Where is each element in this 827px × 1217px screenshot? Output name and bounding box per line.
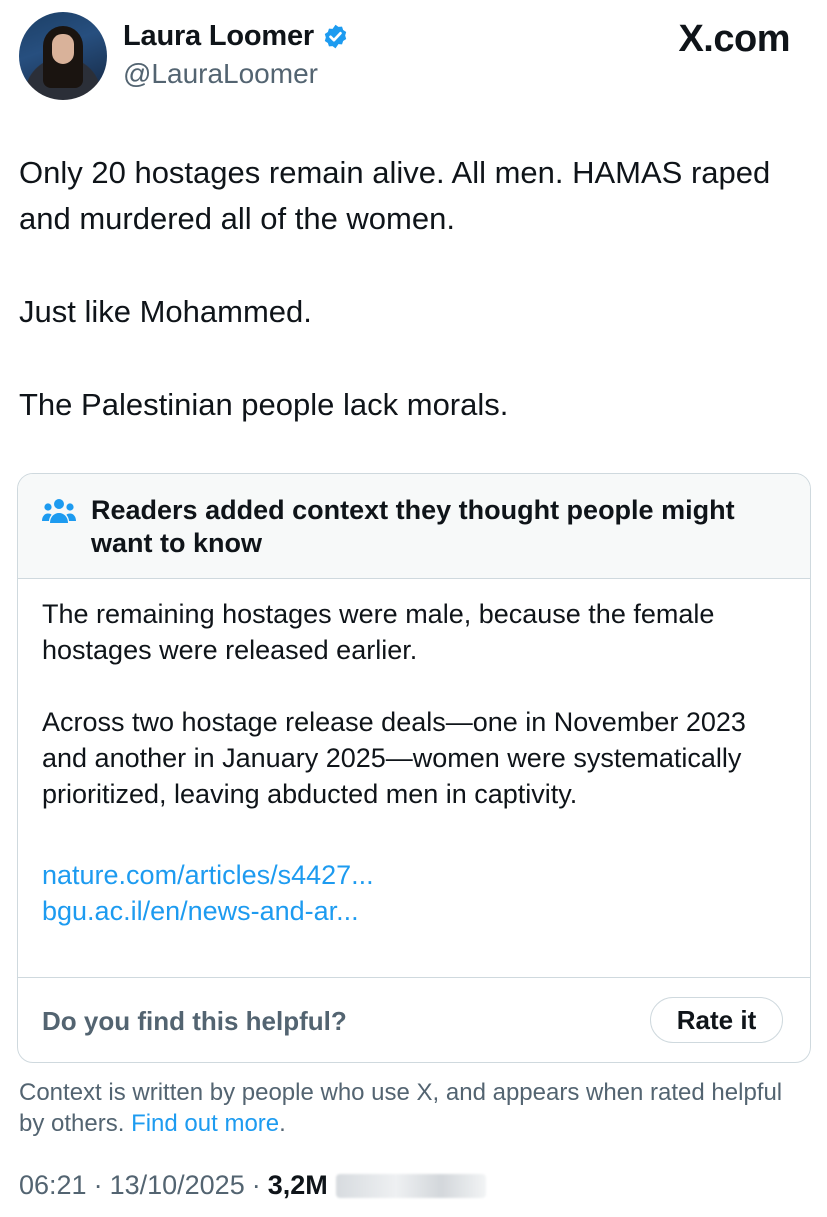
author-display-name[interactable]: Laura Loomer <box>123 20 314 53</box>
tweet-text: Only 20 hostages remain alive. All men. … <box>19 150 809 428</box>
tweet-line: Just like Mohammed. <box>19 294 312 329</box>
source-link[interactable]: bgu.ac.il/en/news-and-ar... <box>42 893 374 929</box>
rate-it-button[interactable]: Rate it <box>650 997 783 1043</box>
avatar[interactable] <box>19 12 107 100</box>
verified-badge-icon <box>324 24 347 49</box>
context-disclaimer: Context is written by people who use X, … <box>19 1077 809 1139</box>
community-note-title: Readers added context they thought peopl… <box>91 495 735 558</box>
author-handle[interactable]: @LauraLoomer <box>123 58 318 90</box>
tweet-header: Laura Loomer @LauraLoomer X.com <box>0 0 827 110</box>
meta-separator: · <box>93 1170 103 1200</box>
tweet-line: The Palestinian people lack morals. <box>19 387 509 422</box>
community-note-footer: Do you find this helpful? Rate it <box>18 977 810 1062</box>
source-link[interactable]: nature.com/articles/s4427... <box>42 857 374 893</box>
tweet-line: Only 20 hostages remain alive. All men. … <box>19 155 771 236</box>
community-note-body: The remaining hostages were male, becaus… <box>42 596 792 812</box>
meta-separator: · <box>251 1170 261 1200</box>
view-count[interactable]: 3,2M <box>268 1170 328 1201</box>
find-out-more-link[interactable]: Find out more <box>131 1110 279 1137</box>
tweet-date[interactable]: 13/10/2025 <box>110 1170 245 1201</box>
watermark-blur <box>335 1173 486 1198</box>
community-note-header: Readers added context they thought peopl… <box>18 474 810 579</box>
author-name-row: Laura Loomer <box>123 20 349 53</box>
disclaimer-period: . <box>279 1110 286 1137</box>
note-paragraph: The remaining hostages were male, becaus… <box>42 599 715 665</box>
helpful-prompt: Do you find this helpful? <box>42 1006 347 1036</box>
community-note-card: Readers added context they thought peopl… <box>17 473 811 1063</box>
people-icon <box>42 499 76 523</box>
x-logo: X.com <box>678 18 790 60</box>
tweet-meta: 06:21 · 13/10/2025 · 3,2M <box>19 1170 486 1201</box>
note-paragraph: Across two hostage release deals—one in … <box>42 707 746 809</box>
note-source-links: nature.com/articles/s4427... bgu.ac.il/e… <box>42 857 374 929</box>
tweet-time[interactable]: 06:21 <box>19 1170 87 1201</box>
